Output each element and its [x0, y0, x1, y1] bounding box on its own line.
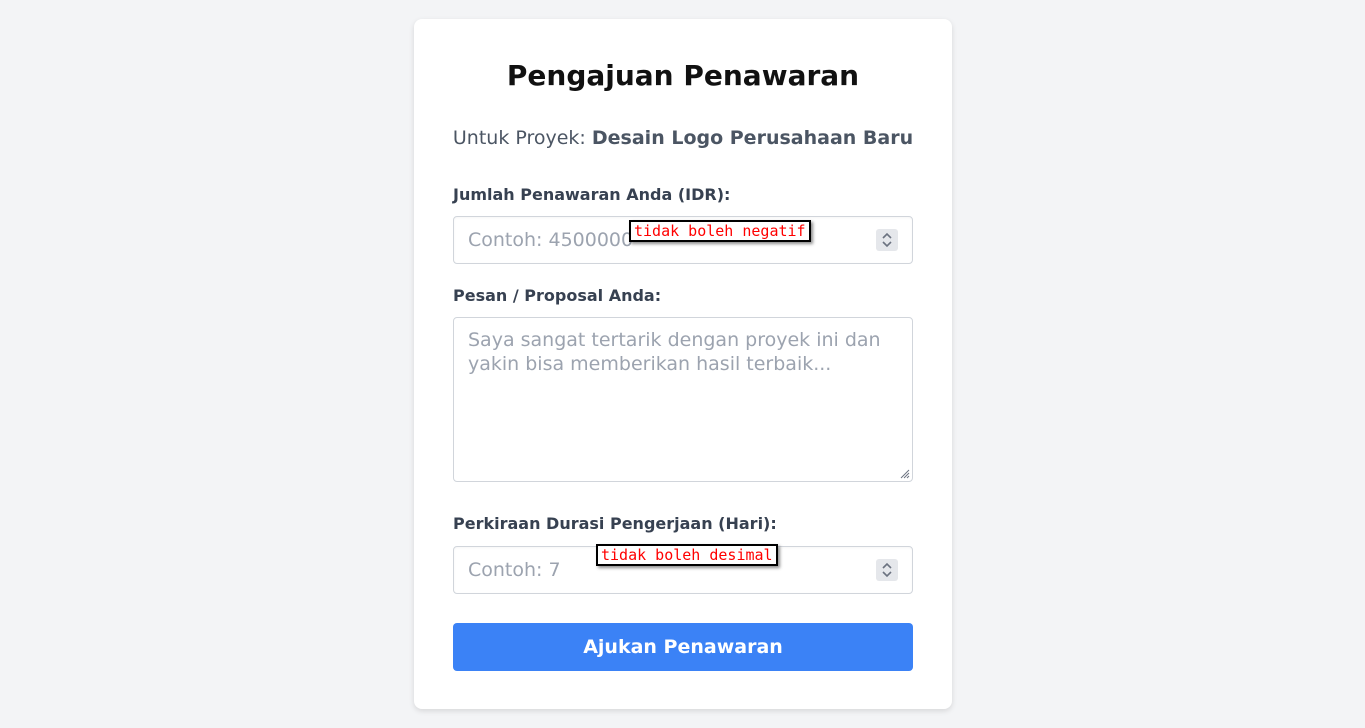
project-name: Desain Logo Perusahaan Baru: [591, 127, 914, 149]
bid-form-card: Pengajuan Penawaran Untuk Proyek: Desain…: [414, 19, 952, 709]
duration-label: Perkiraan Durasi Pengerjaan (Hari):: [453, 514, 777, 533]
duration-annotation: tidak boleh desimal: [596, 544, 778, 566]
amount-label: Jumlah Penawaran Anda (IDR):: [453, 185, 731, 204]
message-textarea[interactable]: [454, 318, 912, 481]
amount-annotation: tidak boleh negatif: [629, 220, 811, 242]
duration-stepper[interactable]: [876, 559, 898, 581]
amount-stepper[interactable]: [876, 229, 898, 251]
message-field-box: [453, 317, 913, 482]
submit-bid-button[interactable]: Ajukan Penawaran: [453, 623, 913, 671]
chevron-up-down-icon: [882, 562, 892, 578]
project-subtitle: Untuk Proyek: Desain Logo Perusahaan Bar…: [414, 127, 952, 149]
subtitle-prefix: Untuk Proyek:: [452, 127, 586, 149]
page-title: Pengajuan Penawaran: [506, 59, 860, 92]
message-label: Pesan / Proposal Anda:: [453, 286, 662, 305]
resize-grip-icon[interactable]: [900, 469, 910, 479]
chevron-up-down-icon: [882, 232, 892, 248]
